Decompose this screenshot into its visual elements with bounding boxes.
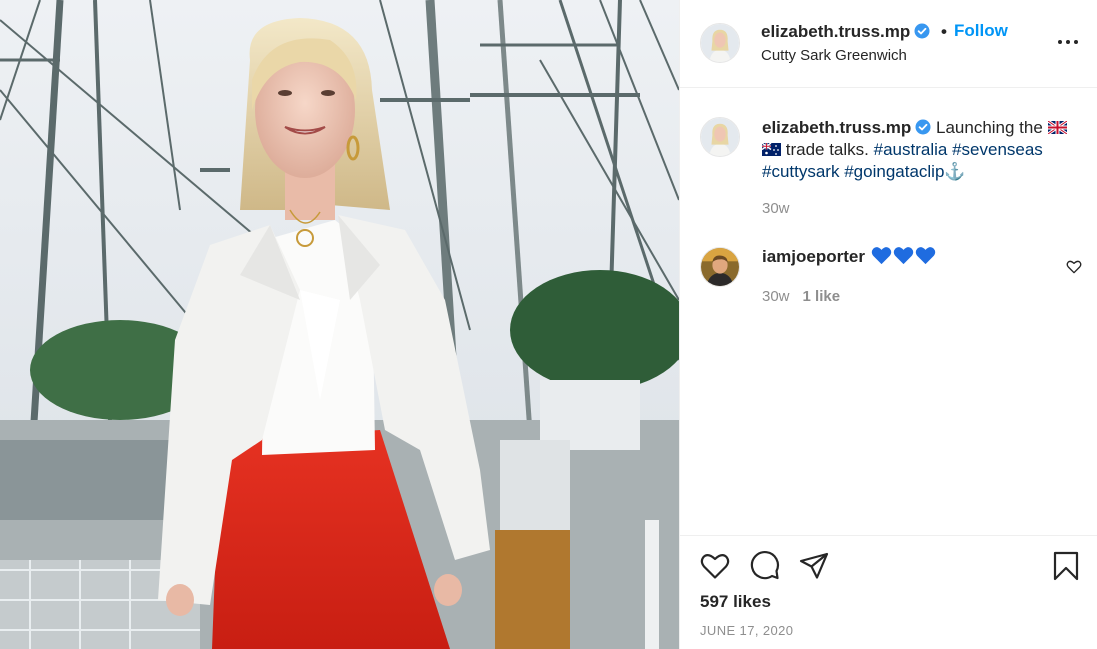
post-photo[interactable]: [0, 0, 679, 649]
author-username[interactable]: elizabeth.truss.mp: [761, 22, 930, 42]
verified-badge-icon: [914, 23, 930, 39]
post-date[interactable]: JUNE 17, 2020: [700, 623, 793, 638]
hashtag-link[interactable]: #goingataclip: [844, 162, 944, 181]
hashtag-link[interactable]: #sevenseas: [952, 140, 1043, 159]
australia-flag-icon: [762, 143, 781, 156]
caption-username[interactable]: elizabeth.truss.mp: [762, 118, 911, 137]
post-header: elizabeth.truss.mp • Follow Cutty Sark G…: [680, 0, 1097, 88]
post-location[interactable]: Cutty Sark Greenwich: [761, 47, 907, 64]
post-sidebar: elizabeth.truss.mp • Follow Cutty Sark G…: [679, 0, 1097, 649]
verified-badge-icon: [915, 119, 931, 135]
comment-like-heart-icon[interactable]: [1066, 259, 1082, 275]
caption-timestamp[interactable]: 30w: [762, 200, 790, 217]
comment-text: iamjoeporter: [762, 246, 936, 267]
avatar-image: [701, 24, 739, 62]
blue-heart-emoji-icon: [871, 247, 891, 265]
instagram-post: elizabeth.truss.mp • Follow Cutty Sark G…: [0, 0, 1097, 649]
caption-author-avatar[interactable]: [700, 117, 740, 157]
speech-bubble-icon[interactable]: [749, 550, 781, 582]
author-username-text: elizabeth.truss.mp: [761, 22, 911, 41]
hashtag-link[interactable]: #cuttysark: [762, 162, 839, 181]
caption-text-start: Launching the: [936, 118, 1043, 137]
post-actions: 597 likes JUNE 17, 2020: [680, 535, 1097, 649]
caption-text: elizabeth.truss.mp Launching the trade t…: [762, 117, 1084, 183]
uk-flag-icon: [1047, 121, 1067, 134]
blue-heart-emoji-icon: [893, 247, 913, 265]
woman-in-white-blazer-photo: [0, 0, 679, 649]
blue-heart-emoji-icon: [915, 247, 935, 265]
heart-outline-icon[interactable]: [699, 550, 731, 582]
more-options-icon[interactable]: [1058, 34, 1080, 48]
like-count[interactable]: 597 likes: [700, 592, 771, 612]
paper-plane-icon[interactable]: [798, 550, 830, 582]
comment-timestamp[interactable]: 30w: [762, 288, 790, 305]
comments-section: elizabeth.truss.mp Launching the trade t…: [680, 89, 1097, 534]
bookmark-icon[interactable]: [1050, 550, 1082, 582]
commenter-avatar[interactable]: [700, 247, 740, 287]
comment-meta: 30w 1 like: [762, 288, 840, 305]
caption-text-middle: trade talks.: [785, 140, 869, 159]
anchor-emoji: ⚓: [944, 162, 966, 181]
avatar-image: [701, 118, 739, 156]
author-avatar[interactable]: [700, 23, 740, 63]
follow-button[interactable]: Follow: [954, 21, 1008, 41]
avatar-image: [701, 248, 739, 286]
comment-like-count[interactable]: 1 like: [803, 288, 841, 305]
commenter-username[interactable]: iamjoeporter: [762, 247, 865, 266]
header-separator: •: [941, 22, 947, 41]
hashtag-link[interactable]: #australia: [874, 140, 948, 159]
